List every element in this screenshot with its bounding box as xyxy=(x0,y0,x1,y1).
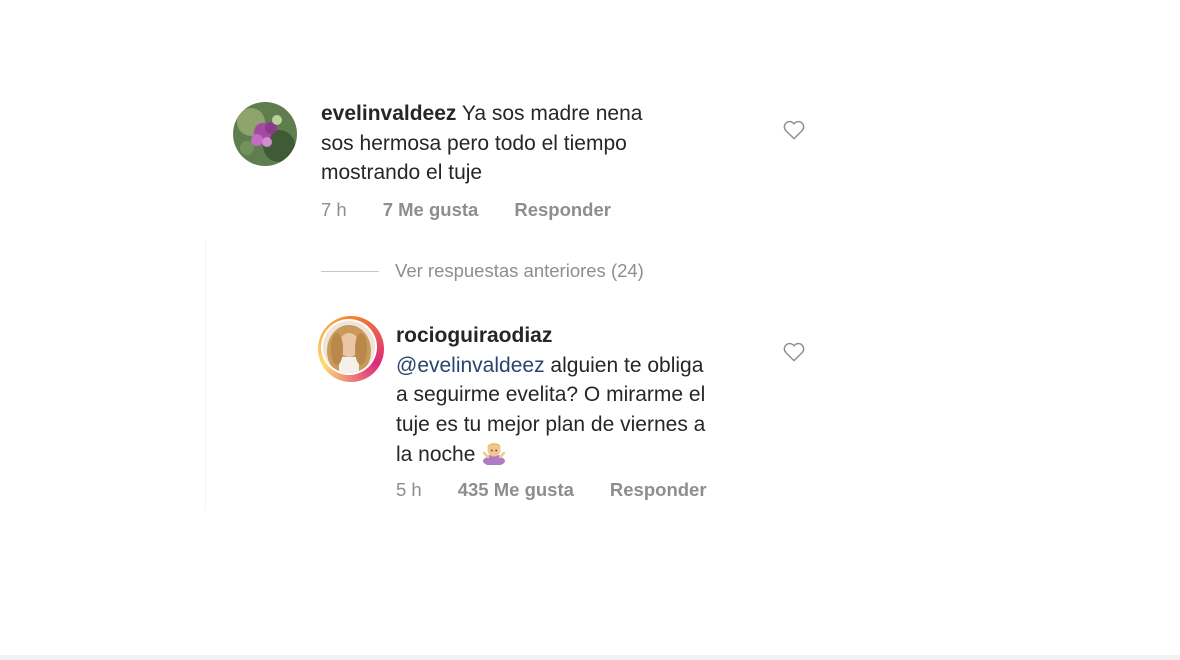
comment-likes[interactable]: 435 Me gusta xyxy=(458,479,574,501)
comment-meta-2: 5 h 435 Me gusta Responder xyxy=(396,479,707,501)
comment-line: Ya sos madre nena xyxy=(461,102,643,125)
comment-line: a seguirme evelita? O mirarme el xyxy=(396,383,706,406)
comment-username[interactable]: rocioguiraodiaz xyxy=(396,324,552,347)
reply-button[interactable]: Responder xyxy=(514,199,611,221)
heart-icon[interactable] xyxy=(783,342,805,362)
comment-time: 7 h xyxy=(321,199,347,220)
comment-text-1: evelinvaldeez Ya sos madre nena sos herm… xyxy=(321,99,741,188)
comment-line: la noche xyxy=(396,443,476,466)
view-previous-replies[interactable]: Ver respuestas anteriores (24) xyxy=(321,260,644,282)
comment-username[interactable]: evelinvaldeez xyxy=(321,102,456,125)
comment-line: alguien te obliga xyxy=(550,353,704,377)
bottom-border xyxy=(0,655,1180,660)
view-replies-label[interactable]: Ver respuestas anteriores (24) xyxy=(395,260,644,282)
comment-meta-1: 7 h 7 Me gusta Responder xyxy=(321,199,611,221)
avatar-evelinvaldeez[interactable] xyxy=(233,102,297,166)
person-shrugging-emoji-icon xyxy=(483,443,506,465)
comment-line: sos hermosa pero todo el tiempo xyxy=(321,131,627,155)
mention-link[interactable]: @evelinvaldeez xyxy=(396,354,545,377)
heart-icon[interactable] xyxy=(783,120,805,140)
comment-line: mostrando el tuje xyxy=(321,161,483,184)
comment-text-2: rocioguiraodiaz @evelinvaldeez alguien t… xyxy=(396,321,776,470)
reply-button[interactable]: Responder xyxy=(610,479,707,501)
comment-likes[interactable]: 7 Me gusta xyxy=(383,199,479,221)
comment-time: 5 h xyxy=(396,479,422,500)
comment-line: tuje es tu mejor plan de viernes a xyxy=(396,412,706,436)
avatar-rocioguiraodiaz[interactable] xyxy=(318,316,384,382)
thread-divider xyxy=(205,240,206,510)
replies-divider xyxy=(321,270,379,272)
